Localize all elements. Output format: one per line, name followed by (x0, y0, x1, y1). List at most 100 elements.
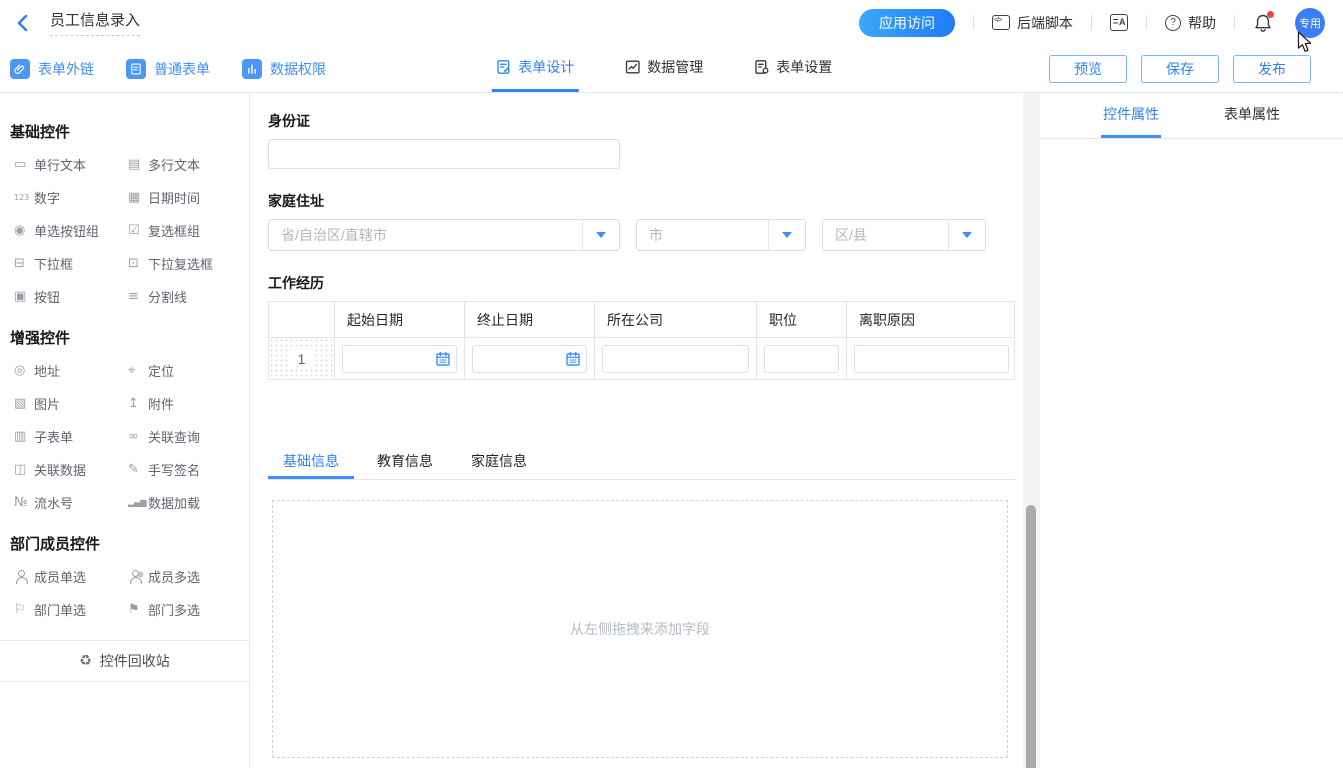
chevron-down-icon (948, 220, 985, 250)
tab-education-info[interactable]: 教育信息 (362, 446, 448, 479)
divider (1146, 15, 1147, 30)
help-button[interactable]: 帮助 (1165, 13, 1216, 33)
button-icon: ▣ (14, 289, 34, 304)
sidebar-item-radio-group[interactable]: ◉单选按钮组 (14, 214, 128, 247)
notification-bell-icon[interactable] (1253, 12, 1275, 34)
sidebar-item-image[interactable]: ▧图片 (14, 387, 128, 420)
row-number: 1 (288, 350, 316, 368)
province-select[interactable]: 省/自治区/直辖市 (268, 219, 620, 251)
sidebar-item-multi-select[interactable]: ⊡下拉复选框 (128, 247, 236, 280)
page-title[interactable]: 员工信息录入 (50, 9, 140, 36)
divider (973, 15, 974, 30)
top-bar: 员工信息录入 应用访问 后端脚本 帮助 专用 (0, 0, 1343, 45)
field-tab-group[interactable]: 基础信息 教育信息 家庭信息 从左侧拖拽来添加字段 (268, 446, 1015, 758)
sidebar-item-label: 按钮 (34, 287, 60, 306)
company-input[interactable] (602, 345, 749, 373)
department-single-icon: ⚐ (14, 602, 34, 617)
image-icon: ▧ (14, 396, 34, 411)
preview-button[interactable]: 预览 (1049, 55, 1127, 83)
calendar-icon[interactable] (435, 351, 451, 367)
widget-recycle-bin[interactable]: ♻ 控件回收站 (0, 640, 249, 682)
calendar-icon[interactable] (565, 351, 581, 367)
city-select[interactable]: 市 (636, 219, 806, 251)
member-multi-icon (128, 570, 148, 584)
form-design-canvas[interactable]: 身份证 家庭住址 省/自治区/直辖市 市 区/县 工作经 (250, 93, 1040, 768)
end-date-input-wrap (472, 345, 587, 373)
leave-reason-input[interactable] (854, 345, 1009, 373)
position-input[interactable] (764, 345, 839, 373)
id-card-input[interactable] (268, 139, 620, 169)
tab-widget-properties[interactable]: 控件属性 (1101, 93, 1161, 138)
row-number-header (269, 302, 335, 337)
divider (1234, 15, 1235, 30)
tab-basic-info[interactable]: 基础信息 (268, 446, 354, 479)
sidebar-item-department-single[interactable]: ⚐部门单选 (14, 593, 128, 626)
dropdown-checkbox-icon: ⊡ (128, 256, 148, 271)
checkbox-icon: ☑ (128, 223, 148, 238)
tab-form-settings-label: 表单设置 (776, 57, 832, 77)
sidebar-item-attachment[interactable]: ↥附件 (128, 387, 236, 420)
field-dropzone[interactable]: 从左侧拖拽来添加字段 (272, 500, 1008, 758)
sidebar-item-data-load[interactable]: ▂▄▆数据加载 (128, 486, 236, 519)
sidebar-item-label: 部门多选 (148, 600, 200, 619)
field-work-history-subform[interactable]: 工作经历 起始日期 终止日期 所在公司 职位 离职原因 1 (268, 273, 1040, 380)
tab-form-design[interactable]: 表单设计 (491, 45, 578, 92)
sidebar-item-member-multi[interactable]: 成员多选 (128, 560, 236, 593)
app-access-button[interactable]: 应用访问 (859, 9, 955, 37)
table-row: 1 (269, 337, 1014, 379)
section-title-department-member-widgets: 部门成员控件 (10, 533, 249, 554)
sidebar-item-label: 关联数据 (34, 460, 86, 479)
form-settings-icon (753, 59, 769, 75)
district-select[interactable]: 区/县 (822, 219, 986, 251)
tab-form-settings[interactable]: 表单设置 (749, 45, 836, 92)
sidebar-item-label: 关联查询 (148, 427, 200, 446)
section-title-enhanced-widgets: 增强控件 (10, 327, 249, 348)
sidebar-item-subform[interactable]: ▥子表单 (14, 420, 128, 453)
canvas-scrollbar-thumb[interactable] (1026, 505, 1036, 768)
sidebar-item-linked-data[interactable]: ◫关联数据 (14, 453, 128, 486)
sidebar-item-serial-number[interactable]: №流水号 (14, 486, 128, 519)
back-button[interactable] (14, 12, 36, 34)
dropdown-icon: ⊟ (14, 256, 34, 271)
sidebar-item-button[interactable]: ▣按钮 (14, 280, 128, 313)
data-load-icon: ▂▄▆ (128, 498, 148, 507)
tab-family-info[interactable]: 家庭信息 (456, 446, 542, 479)
field-id-card[interactable]: 身份证 (268, 111, 1040, 169)
row-number-cell[interactable]: 1 (269, 338, 335, 379)
single-line-text-icon: ▭ (14, 157, 34, 172)
user-avatar[interactable]: 专用 (1295, 8, 1325, 38)
publish-button[interactable]: 发布 (1233, 55, 1311, 83)
sidebar-item-label: 单选按钮组 (34, 221, 99, 240)
sidebar-item-single-line-text[interactable]: ▭单行文本 (14, 148, 128, 181)
sidebar-item-multi-line-text[interactable]: ▤多行文本 (128, 148, 236, 181)
sidebar-item-signature[interactable]: ✎手写签名 (128, 453, 236, 486)
field-home-address[interactable]: 家庭住址 省/自治区/直辖市 市 区/县 (268, 191, 1040, 251)
sidebar-item-member-single[interactable]: 成员单选 (14, 560, 128, 593)
normal-form-button[interactable]: 普通表单 (126, 59, 210, 79)
sidebar-item-department-multi[interactable]: ⚑部门多选 (128, 593, 236, 626)
sidebar-item-divider[interactable]: ≡分割线 (128, 280, 236, 313)
department-multi-icon: ⚑ (128, 602, 148, 617)
sidebar-item-datetime[interactable]: ▦日期时间 (128, 181, 236, 214)
form-external-link-label: 表单外链 (38, 59, 94, 79)
sidebar-item-address[interactable]: ◎地址 (14, 354, 128, 387)
sidebar-item-label: 手写签名 (148, 460, 200, 479)
column-header: 起始日期 (335, 302, 465, 337)
tab-data-management[interactable]: 数据管理 (620, 45, 707, 92)
form-external-link-button[interactable]: 表单外链 (10, 59, 94, 79)
form-toolbar: 表单外链 普通表单 数据权限 表单设计 数据管理 表单设置 (0, 45, 1343, 93)
save-button[interactable]: 保存 (1141, 55, 1219, 83)
sidebar-item-linked-query[interactable]: ∞关联查询 (128, 420, 236, 453)
language-icon[interactable] (1110, 14, 1128, 31)
data-permission-button[interactable]: 数据权限 (242, 59, 326, 79)
sidebar-item-location[interactable]: ⌖定位 (128, 354, 236, 387)
sidebar-item-label: 流水号 (34, 493, 73, 512)
sidebar-item-select[interactable]: ⊟下拉框 (14, 247, 128, 280)
chevron-down-icon (582, 220, 619, 250)
sidebar-item-number[interactable]: 123数字 (14, 181, 128, 214)
tab-form-properties[interactable]: 表单属性 (1222, 93, 1282, 138)
sidebar-item-label: 数字 (34, 188, 60, 207)
sidebar-item-checkbox-group[interactable]: ☑复选框组 (128, 214, 236, 247)
backend-script-button[interactable]: 后端脚本 (992, 13, 1073, 33)
bar-chart-icon (242, 59, 262, 79)
